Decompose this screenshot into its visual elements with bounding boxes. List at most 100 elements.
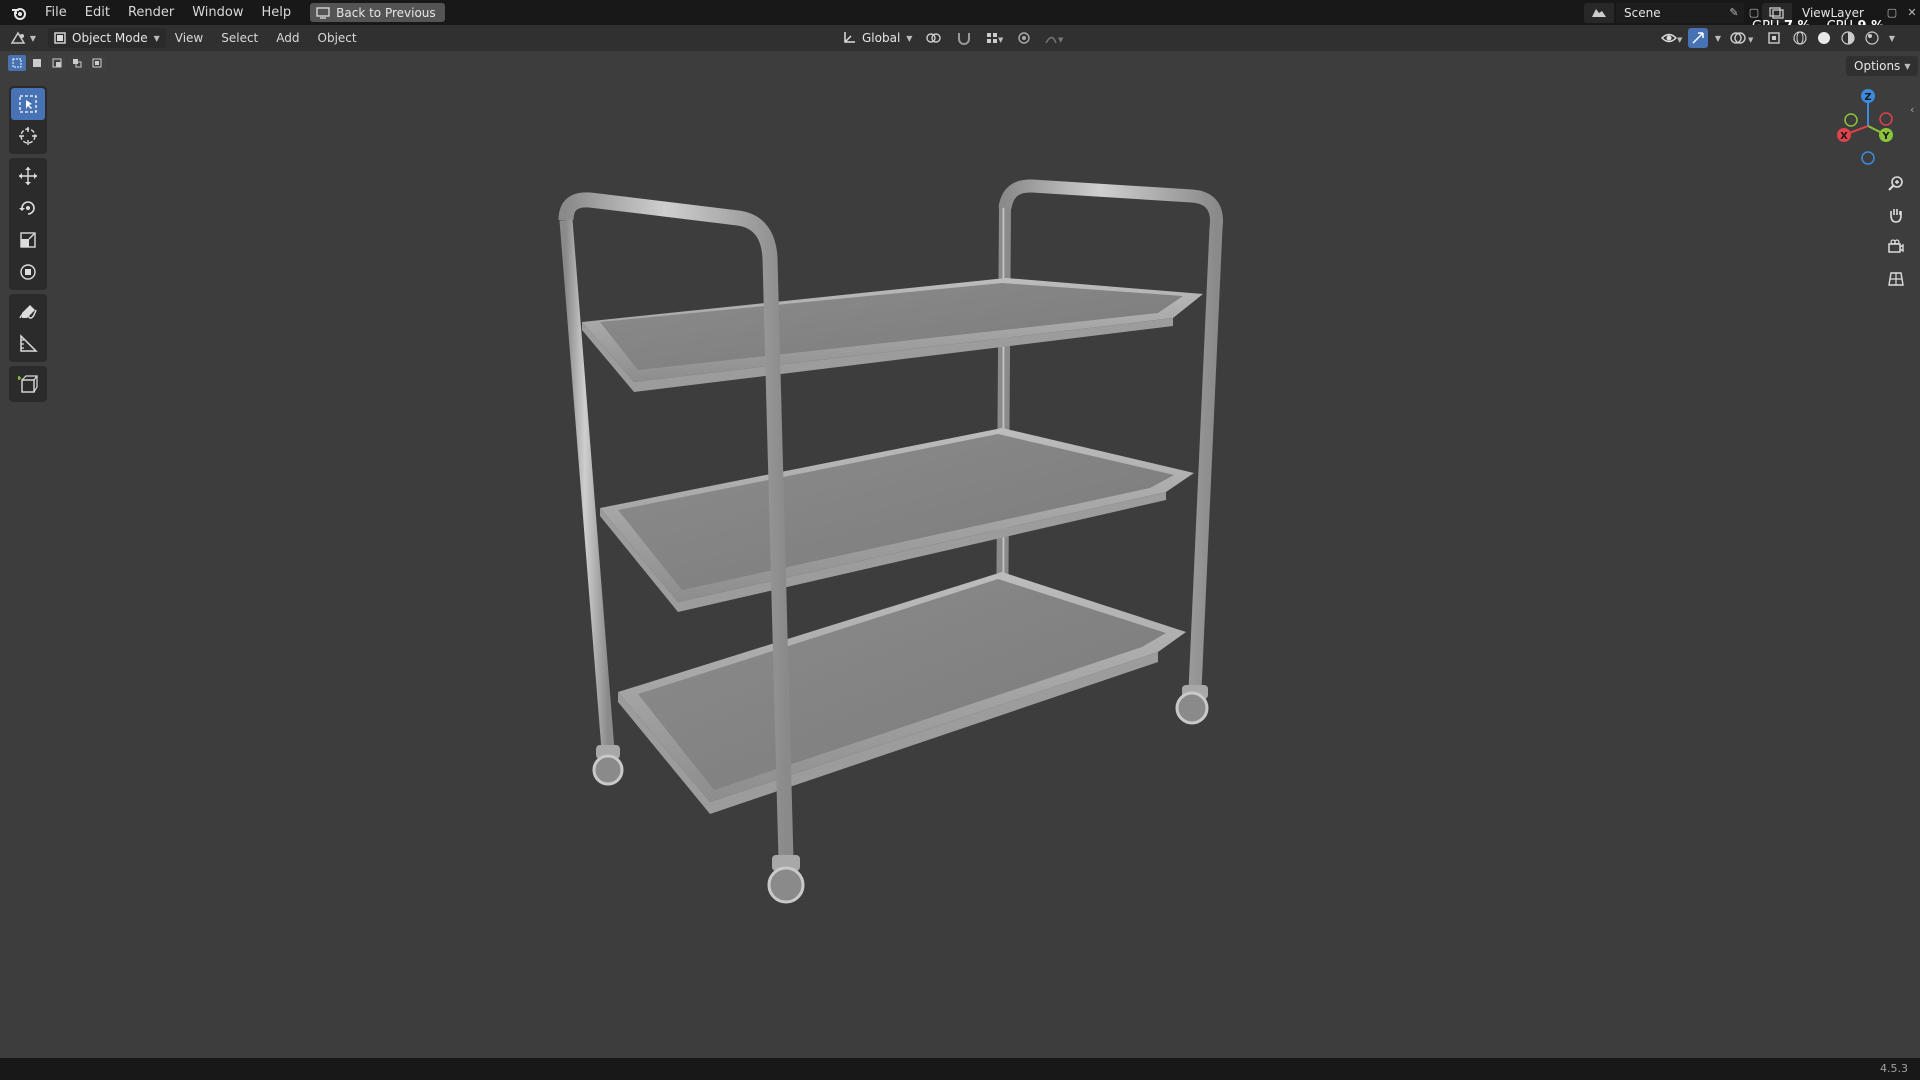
tool-group-annotate — [9, 294, 47, 362]
editor-type-button[interactable]: ▼ — [6, 27, 40, 49]
viewport-display-tools: ▼ ▼ ▼ ▼ — [1660, 28, 1898, 48]
back-to-previous-button[interactable]: Back to Previous — [310, 3, 445, 22]
select-invert-icon[interactable] — [68, 55, 86, 71]
menu-edit[interactable]: Edit — [76, 0, 119, 25]
chevron-down-icon: ▼ — [1904, 61, 1911, 71]
bottom-shelf — [618, 572, 1186, 814]
snap-icon[interactable] — [952, 28, 976, 48]
object-mode-icon — [54, 32, 66, 44]
options-label: Options — [1854, 59, 1901, 73]
menu-object[interactable]: Object — [309, 31, 366, 45]
top-shelf — [582, 278, 1203, 392]
x-axis-label: X — [1840, 131, 1848, 142]
orientation-dropdown[interactable]: Global ▼ — [838, 31, 916, 45]
z-axis-label: Z — [1864, 92, 1871, 103]
menu-render[interactable]: Render — [119, 0, 183, 25]
tool-group-add — [9, 366, 47, 402]
camera-view-icon[interactable] — [1882, 234, 1910, 260]
delete-view-layer-icon[interactable]: ✕ — [1902, 3, 1920, 23]
annotate-icon[interactable] — [11, 296, 45, 328]
material-shading-icon[interactable] — [1838, 28, 1858, 48]
menu-window[interactable]: Window — [183, 0, 252, 25]
viewport-header: ▼ Object Mode ▼ View Select Add Object G… — [0, 25, 1920, 51]
pin-icon[interactable]: ✎ — [1724, 3, 1744, 23]
blender-version: 4.5.3 — [1880, 1062, 1908, 1075]
proportional-editing-icon[interactable] — [1012, 28, 1036, 48]
transform-icon[interactable] — [11, 256, 45, 288]
orientation-label: Global — [862, 31, 901, 45]
chevron-down-icon: ▼ — [29, 33, 37, 43]
svg-text:▼: ▼ — [1677, 36, 1683, 44]
transform-tools: Global ▼ ▼ ▼ — [838, 28, 1066, 48]
back-to-previous-label: Back to Previous — [336, 5, 436, 20]
front-left-pole — [559, 219, 615, 751]
chevron-down-icon[interactable]: ▼ — [1712, 28, 1724, 48]
chevron-down-icon[interactable]: ▼ — [1886, 28, 1898, 48]
menu-view[interactable]: View — [166, 31, 212, 45]
tool-group-transform — [9, 158, 47, 290]
xray-icon[interactable] — [1762, 28, 1786, 48]
svg-text:▼: ▼ — [1058, 36, 1064, 44]
add-cube-icon[interactable] — [11, 368, 45, 400]
rendered-shading-icon[interactable] — [1862, 28, 1882, 48]
falloff-icon[interactable]: ▼ — [1042, 28, 1066, 48]
blender-logo-icon[interactable] — [8, 2, 30, 24]
serving-cart-model[interactable] — [540, 170, 1240, 930]
scene-name: Scene — [1624, 5, 1661, 20]
menu-select[interactable]: Select — [212, 31, 267, 45]
screen-icon — [316, 6, 330, 19]
neg-y-handle[interactable] — [1844, 113, 1858, 127]
menu-help[interactable]: Help — [253, 0, 301, 25]
caster-front-left — [592, 745, 624, 786]
viewport-navigation — [1882, 170, 1910, 292]
tool-shelf — [8, 86, 48, 406]
sidebar-toggle-icon[interactable]: ‹ — [1910, 103, 1914, 116]
caster-back-right — [1175, 685, 1209, 725]
object-mode-dropdown[interactable]: Object Mode ▼ — [48, 28, 166, 48]
view-layer-name: ViewLayer — [1802, 5, 1864, 20]
middle-shelf — [600, 428, 1194, 612]
move-icon[interactable] — [11, 160, 45, 192]
new-view-layer-icon[interactable]: ▢ — [1882, 3, 1902, 23]
rotate-icon[interactable] — [11, 192, 45, 224]
zoom-icon[interactable] — [1882, 170, 1910, 196]
measure-icon[interactable] — [11, 328, 45, 360]
scene-icon — [1592, 8, 1606, 17]
neg-x-handle[interactable] — [1879, 112, 1893, 126]
gizmo-toggle-icon[interactable] — [1688, 28, 1708, 48]
select-subtract-icon[interactable] — [48, 55, 66, 71]
overlays-icon[interactable]: ▼ — [1728, 28, 1758, 48]
scene-browse-button[interactable] — [1584, 2, 1614, 23]
object-mode-label: Object Mode — [72, 31, 148, 45]
select-box-icon[interactable] — [11, 88, 45, 120]
scene-name-field[interactable]: Scene ✎ — [1616, 2, 1744, 23]
select-new-icon[interactable] — [8, 55, 26, 71]
snap-increment-icon[interactable]: ▼ — [982, 28, 1006, 48]
pivot-point-icon[interactable] — [922, 28, 946, 48]
options-dropdown[interactable]: Options ▼ — [1846, 56, 1919, 76]
solid-shading-icon[interactable] — [1814, 28, 1834, 48]
selection-mode-buttons — [8, 55, 106, 71]
tool-group-select — [9, 86, 47, 154]
view-layer-icon — [1769, 6, 1784, 19]
menu-file[interactable]: File — [36, 0, 76, 25]
perspective-grid-icon[interactable] — [1882, 266, 1910, 292]
menu-add[interactable]: Add — [267, 31, 308, 45]
y-axis-label: Y — [1881, 131, 1890, 142]
navigation-gizmo[interactable]: Z Y X — [1828, 86, 1908, 166]
svg-text:▼: ▼ — [998, 36, 1003, 44]
wireframe-shading-icon[interactable] — [1790, 28, 1810, 48]
pan-hand-icon[interactable] — [1882, 202, 1910, 228]
cursor-icon[interactable] — [11, 120, 45, 152]
select-extend-icon[interactable] — [28, 55, 46, 71]
status-bar: 4.5.3 — [0, 1058, 1920, 1080]
chevron-down-icon: ▼ — [153, 33, 160, 43]
3d-viewport-icon — [10, 31, 26, 44]
visibility-icon[interactable]: ▼ — [1660, 28, 1684, 48]
select-intersect-icon[interactable] — [88, 55, 106, 71]
neg-z-handle[interactable] — [1861, 151, 1875, 165]
scale-icon[interactable] — [11, 224, 45, 256]
svg-text:▼: ▼ — [1748, 36, 1754, 44]
orientation-icon — [844, 32, 855, 43]
chevron-down-icon: ▼ — [906, 33, 913, 43]
